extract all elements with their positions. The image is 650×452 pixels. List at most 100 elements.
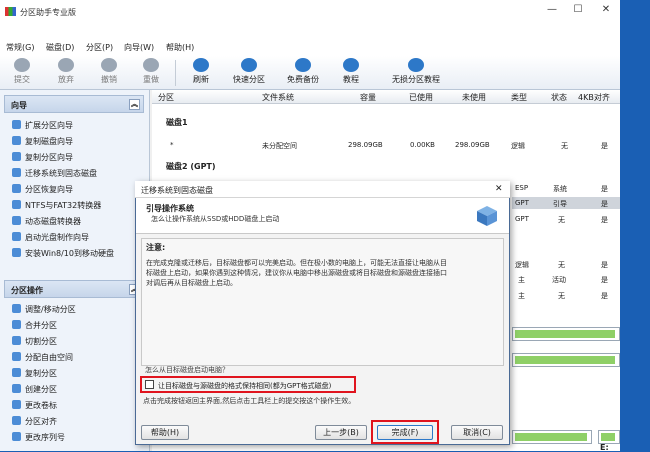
tutorial-icon	[343, 58, 359, 72]
toolbar-refresh-button[interactable]: 刷新	[181, 58, 221, 88]
note-title: 注意:	[146, 243, 166, 252]
wizard-item-recovery[interactable]: 分区恢复向导	[12, 184, 73, 195]
row-type: GPT	[515, 215, 529, 223]
help-button[interactable]: 帮助(H)	[141, 425, 189, 440]
wizard-item-copy-disk[interactable]: 复制磁盘向导	[12, 136, 73, 147]
toolbar-lossless-tutorial-button[interactable]: 无损分区教程	[388, 58, 444, 88]
redo-icon	[143, 58, 159, 72]
finish-button[interactable]: 完成(F)	[377, 425, 433, 440]
copy-partition-icon	[12, 152, 21, 161]
maximize-button[interactable]: ☐	[566, 4, 590, 18]
minimize-button[interactable]: —	[540, 4, 564, 18]
collapse-icon[interactable]: ︽	[129, 99, 140, 110]
column-capacity[interactable]: 容量	[360, 92, 376, 103]
toolbar-commit-button[interactable]: 提交	[2, 58, 42, 88]
op-item-merge[interactable]: 合并分区	[12, 320, 57, 331]
disk1-used: 0.00KB	[410, 141, 435, 149]
align-partition-icon	[12, 416, 21, 425]
row-status: 无	[558, 216, 565, 224]
menu-general[interactable]: 常规(G)	[6, 42, 34, 53]
change-serial-icon	[12, 432, 21, 441]
dialog-close-button[interactable]: ✕	[495, 184, 503, 194]
op-item-create[interactable]: 创建分区	[12, 384, 57, 395]
row-aligned: 是	[601, 276, 608, 284]
wizard-item-extend[interactable]: 扩展分区向导	[12, 120, 73, 131]
op-item-resize[interactable]: 调整/移动分区	[12, 304, 76, 315]
disk1-partition[interactable]: *	[170, 141, 174, 149]
row-aligned: 是	[601, 216, 608, 224]
resize-partition-icon	[12, 304, 21, 313]
lossless-tutorial-icon	[408, 58, 424, 72]
op-item-allocate[interactable]: 分配自由空间	[12, 352, 73, 363]
prev-button[interactable]: 上一步(B)	[315, 425, 367, 440]
column-used[interactable]: 已使用	[409, 92, 433, 103]
row-type: 主	[518, 292, 525, 300]
wizard-item-bootable-cd[interactable]: 启动光盘制作向导	[12, 232, 89, 243]
row-aligned: 是	[601, 185, 608, 193]
menu-partition[interactable]: 分区(P)	[86, 42, 113, 53]
close-button[interactable]: ✕	[594, 4, 618, 18]
column-partition[interactable]: 分区	[158, 92, 174, 103]
toolbar-tutorial-button[interactable]: 教程	[331, 58, 371, 88]
free-backup-icon	[295, 58, 311, 72]
op-item-copy[interactable]: 复制分区	[12, 368, 57, 379]
checkbox-box[interactable]	[145, 380, 154, 389]
wizard-item-win-to-go[interactable]: 安装Win8/10到移动硬盘	[12, 248, 114, 259]
menu-wizard[interactable]: 向导(W)	[124, 42, 154, 53]
op-item-align[interactable]: 分区对齐	[12, 416, 57, 427]
disk-map-bar[interactable]	[512, 430, 592, 444]
column-status[interactable]: 状态	[551, 92, 567, 103]
wizard-item-ntfs-fat32[interactable]: NTFS与FAT32转换器	[12, 200, 101, 211]
ntfs-fat32-icon	[12, 200, 21, 209]
finish-hint: 点击完成按钮返回主界面,然后点击工具栏上的提交按这个操作生效。	[143, 397, 356, 405]
disk1-filesystem: 未分配空间	[262, 142, 297, 150]
wizard-item-copy-partition[interactable]: 复制分区向导	[12, 152, 73, 163]
merge-partition-icon	[12, 320, 21, 329]
disk2-label[interactable]: 磁盘2 (GPT)	[166, 161, 216, 172]
partition-panel-header[interactable]: 分区操作︽	[4, 280, 144, 298]
disk1-status: 无	[561, 142, 568, 150]
disk-migrate-icon	[477, 206, 497, 226]
row-aligned: 是	[601, 200, 608, 208]
column-4k-align[interactable]: 4KB对齐	[578, 92, 610, 103]
row-type: ESP	[515, 184, 529, 192]
commit-icon	[14, 58, 30, 72]
wizard-item-dynamic-disk[interactable]: 动态磁盘转换器	[12, 216, 81, 227]
title-bar	[0, 0, 620, 40]
row-status: 系统	[553, 185, 567, 193]
undo-icon	[101, 58, 117, 72]
column-type[interactable]: 类型	[511, 92, 527, 103]
toolbar-redo-button[interactable]: 重做	[131, 58, 171, 88]
toolbar-free-backup-button[interactable]: 免费备份	[283, 58, 323, 88]
toolbar-quick-partition-button[interactable]: 快速分区	[229, 58, 269, 88]
wizard-item-migrate-os[interactable]: 迁移系统到固态磁盘	[12, 168, 97, 179]
disk-map-bar[interactable]	[512, 327, 620, 341]
row-type: GPT	[515, 199, 529, 207]
op-item-serial[interactable]: 更改序列号	[12, 432, 65, 443]
same-format-checkbox[interactable]: 让目标磁盘与源磁盘的格式保持相同(都为GPT格式磁盘)	[145, 380, 331, 391]
row-status: 无	[558, 292, 565, 300]
row-type: 逻辑	[515, 261, 529, 269]
boot-question: 怎么从目标磁盘启动电脑？	[145, 366, 229, 374]
disk-map-bar[interactable]	[512, 353, 620, 367]
dynamic-disk-icon	[12, 216, 21, 225]
column-unused[interactable]: 未使用	[462, 92, 486, 103]
row-status: 活动	[552, 276, 566, 284]
allocate-space-icon	[12, 352, 21, 361]
disk1-label[interactable]: 磁盘1	[166, 117, 188, 128]
toolbar-undo-button[interactable]: 撤销	[89, 58, 129, 88]
wizard-panel-header[interactable]: 向导 ︽	[4, 95, 144, 113]
cancel-button[interactable]: 取消(C)	[451, 425, 503, 440]
op-item-label[interactable]: 更改卷标	[12, 400, 57, 411]
menu-help[interactable]: 帮助(H)	[166, 42, 194, 53]
row-type: 主	[518, 276, 525, 284]
op-item-split[interactable]: 切割分区	[12, 336, 57, 347]
toolbar-discard-button[interactable]: 放弃	[46, 58, 86, 88]
split-partition-icon	[12, 336, 21, 345]
create-partition-icon	[12, 384, 21, 393]
app-logo-icon	[5, 7, 16, 16]
disk-map-bar[interactable]	[598, 430, 620, 444]
column-filesystem[interactable]: 文件系统	[262, 92, 294, 103]
partition-recovery-icon	[12, 184, 21, 193]
menu-disk[interactable]: 磁盘(D)	[46, 42, 74, 53]
